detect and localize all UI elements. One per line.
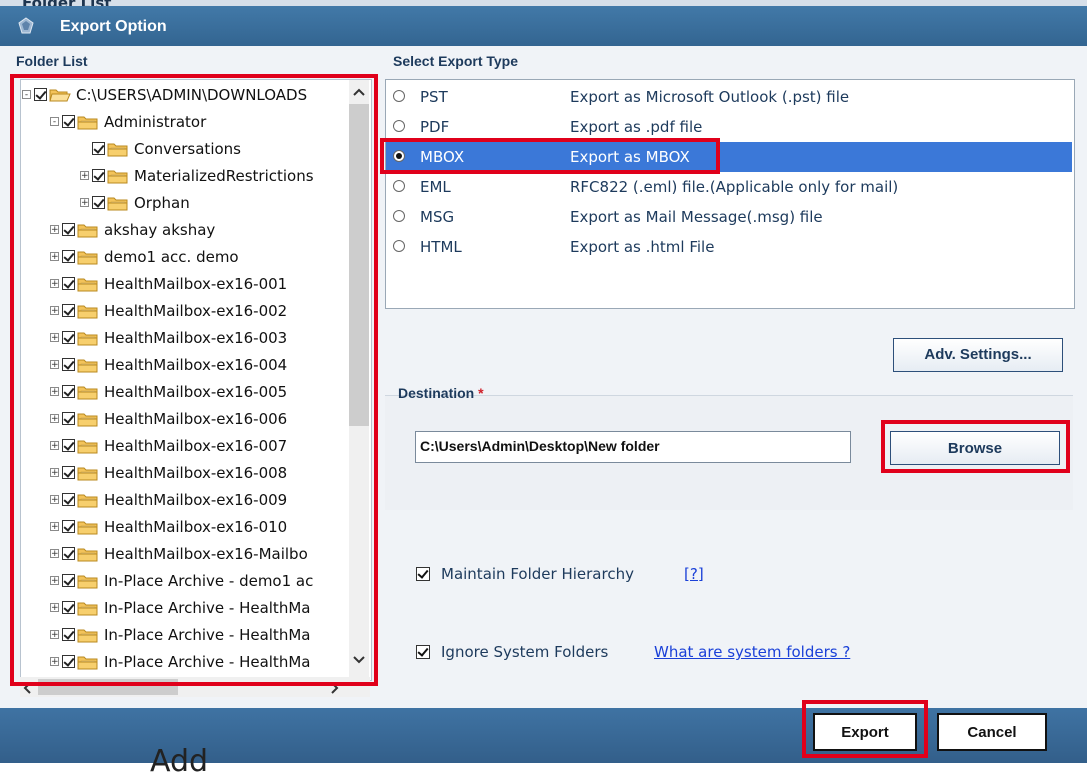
export-type-name: HTML bbox=[420, 238, 462, 256]
destination-path-input[interactable]: C:\Users\Admin\Desktop\New folder bbox=[415, 431, 851, 463]
export-type-radio[interactable] bbox=[393, 120, 405, 132]
select-export-type-label: Select Export Type bbox=[393, 53, 519, 69]
export-type-option-html[interactable]: HTML Export as .html File bbox=[386, 232, 1072, 262]
export-type-description: Export as Mail Message(.msg) file bbox=[570, 208, 823, 226]
export-type-name: PST bbox=[420, 88, 448, 106]
system-folders-help-link[interactable]: What are system folders ? bbox=[654, 643, 850, 661]
destination-label-text: Destination bbox=[398, 385, 475, 401]
maintain-folder-hierarchy-checkbox[interactable] bbox=[416, 567, 430, 581]
cancel-button[interactable]: Cancel bbox=[937, 713, 1047, 751]
export-type-description: RFC822 (.eml) file.(Applicable only for … bbox=[570, 178, 899, 196]
export-type-radio[interactable] bbox=[393, 180, 405, 192]
export-type-radio[interactable] bbox=[393, 240, 405, 252]
export-type-name: EML bbox=[420, 178, 451, 196]
export-type-option-eml[interactable]: EML RFC822 (.eml) file.(Applicable only f… bbox=[386, 172, 1072, 202]
destination-label: Destination * bbox=[398, 385, 484, 401]
export-type-description: Export as .html File bbox=[570, 238, 715, 256]
export-type-description: Export as Microsoft Outlook (.pst) file bbox=[570, 88, 850, 106]
export-type-radio[interactable] bbox=[393, 90, 405, 102]
maintain-folder-hierarchy-label: Maintain Folder Hierarchy bbox=[441, 565, 634, 583]
background-window-text: Add bbox=[150, 744, 209, 779]
folder-list-label: Folder List bbox=[16, 53, 88, 69]
export-type-name: PDF bbox=[420, 118, 450, 136]
hierarchy-help-link[interactable]: [?] bbox=[684, 565, 704, 583]
app-logo-icon bbox=[18, 17, 34, 34]
highlight-export-button bbox=[802, 700, 928, 758]
highlight-mbox-option bbox=[380, 138, 720, 174]
ignore-system-folders-label: Ignore System Folders bbox=[441, 643, 609, 661]
export-type-name: MSG bbox=[420, 208, 455, 226]
export-type-option-msg[interactable]: MSG Export as Mail Message(.msg) file bbox=[386, 202, 1072, 232]
ignore-system-folders-checkbox[interactable] bbox=[416, 645, 430, 659]
highlight-folder-tree bbox=[10, 74, 378, 686]
adv-settings-button[interactable]: Adv. Settings... bbox=[893, 338, 1063, 372]
export-type-option-pst[interactable]: PST Export as Microsoft Outlook (.pst) fi… bbox=[386, 82, 1072, 112]
export-type-radio[interactable] bbox=[393, 210, 405, 222]
export-type-description: Export as .pdf file bbox=[570, 118, 703, 136]
dialog-title: Export Option bbox=[60, 18, 167, 35]
highlight-browse-button bbox=[881, 420, 1070, 473]
required-marker: * bbox=[478, 385, 484, 401]
